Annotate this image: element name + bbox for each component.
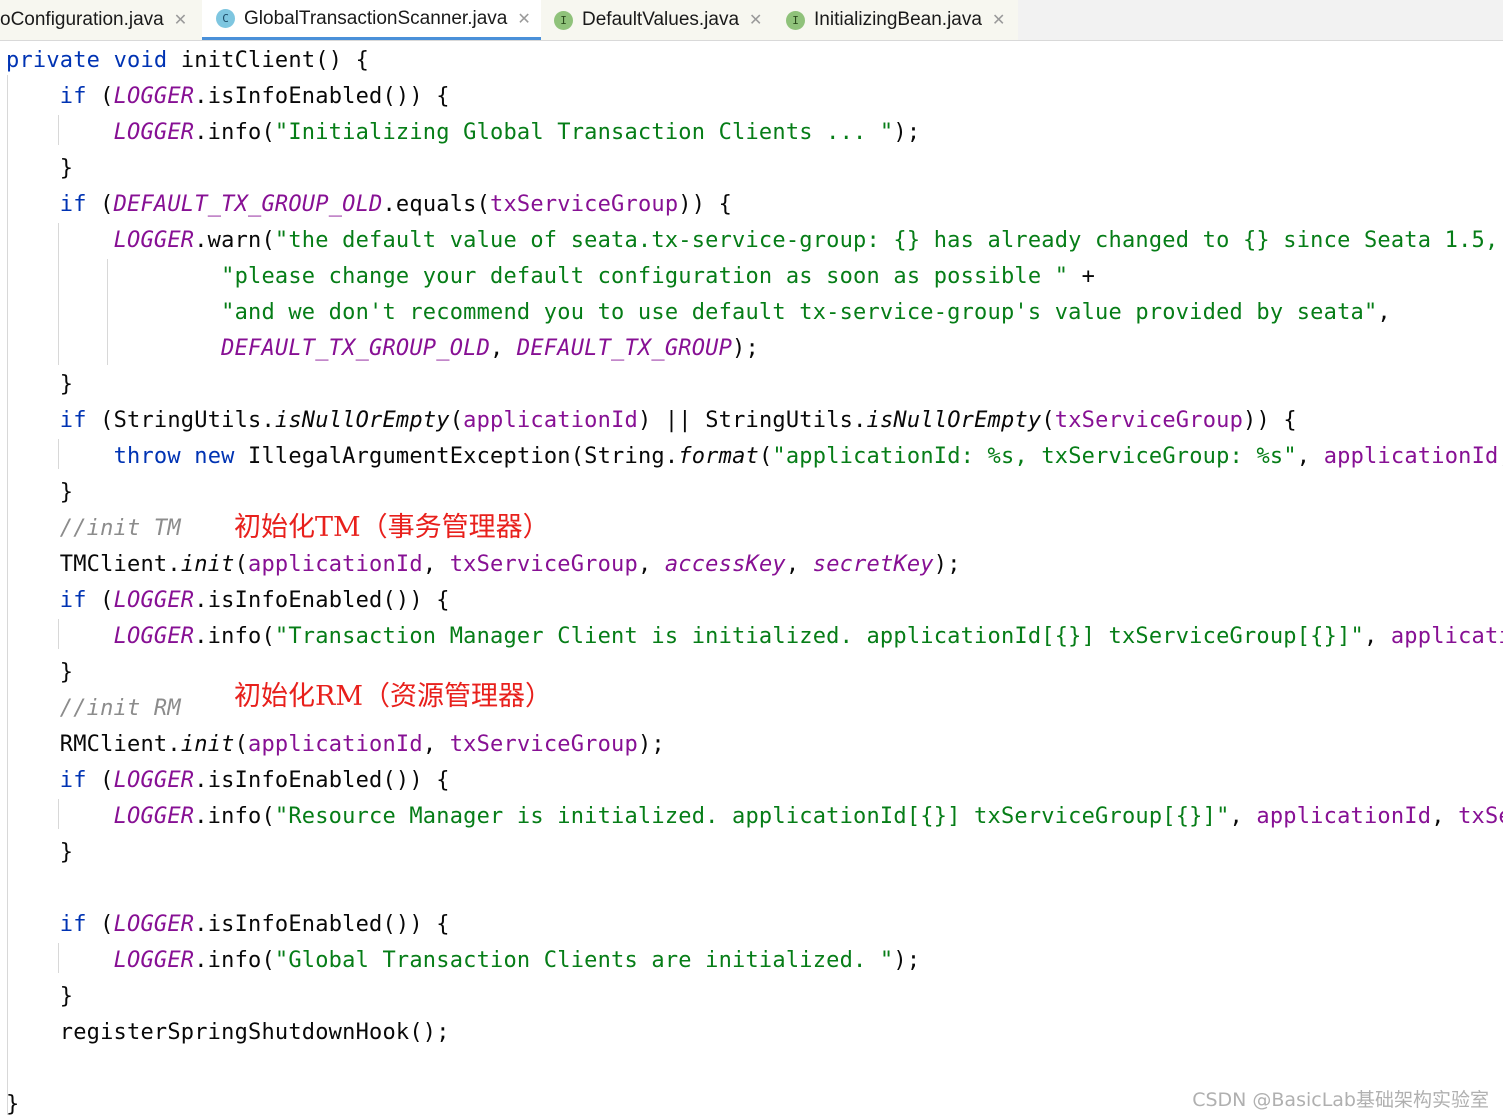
code-line-26: LOGGER.info("Global Transaction Clients …	[113, 948, 921, 973]
code-line-21: if (LOGGER.isInfoEnabled()) {	[59, 768, 450, 793]
code-line-22: LOGGER.info("Resource Manager is initial…	[113, 804, 1503, 829]
code-line-10: }	[59, 372, 74, 397]
annotation-init-tm: 初始化TM（事务管理器）	[234, 512, 550, 543]
code-line-4: }	[59, 156, 74, 181]
close-icon[interactable]: ✕	[992, 10, 1005, 30]
close-icon[interactable]: ✕	[749, 10, 762, 30]
code-line-11: if (StringUtils.isNullOrEmpty(applicatio…	[59, 408, 1297, 433]
tab-label: oConfiguration.java	[0, 9, 164, 30]
editor-tab-bar: oConfiguration.java ✕ C GlobalTransactio…	[0, 0, 1503, 41]
code-line-16: if (LOGGER.isInfoEnabled()) {	[59, 588, 450, 613]
code-line-28: registerSpringShutdownHook();	[59, 1020, 450, 1045]
tab-auto-configuration[interactable]: oConfiguration.java ✕	[0, 0, 202, 40]
code-line-12: throw new IllegalArgumentException(Strin…	[113, 444, 1503, 469]
code-line-14: //init TM	[59, 516, 181, 541]
tab-label: GlobalTransactionScanner.java	[244, 7, 508, 29]
code-line-3: LOGGER.info("Initializing Global Transac…	[113, 120, 921, 145]
tab-initializing-bean[interactable]: I InitializingBean.java ✕	[773, 0, 1018, 40]
class-icon: C	[216, 9, 235, 28]
tab-global-transaction-scanner[interactable]: C GlobalTransactionScanner.java ✕	[202, 0, 541, 40]
annotation-init-rm: 初始化RM（资源管理器）	[234, 681, 552, 712]
code-line-2: if (LOGGER.isInfoEnabled()) {	[59, 84, 450, 109]
code-line-20: RMClient.init(applicationId, txServiceGr…	[59, 732, 665, 757]
tab-label: InitializingBean.java	[814, 9, 982, 30]
interface-icon: I	[786, 10, 805, 30]
close-icon[interactable]: ✕	[174, 10, 187, 30]
watermark: CSDN @BasicLab基础架构实验室	[1192, 1089, 1489, 1111]
code-editor[interactable]: private void initClient() { if (LOGGER.i…	[0, 41, 1503, 1118]
code-line-5: if (DEFAULT_TX_GROUP_OLD.equals(txServic…	[59, 192, 733, 217]
code-line-6: LOGGER.warn("the default value of seata.…	[113, 228, 1503, 253]
code-line-1: private void initClient() {	[6, 48, 370, 73]
tab-label: DefaultValues.java	[582, 9, 740, 30]
code-line-23: }	[59, 840, 74, 865]
code-line-17: LOGGER.info("Transaction Manager Client …	[113, 624, 1503, 649]
interface-icon: I	[554, 10, 573, 30]
code-line-19: //init RM	[59, 696, 181, 721]
code-line-7: "please change your default configuratio…	[221, 264, 1096, 289]
close-icon[interactable]: ✕	[517, 9, 530, 29]
tab-default-values[interactable]: I DefaultValues.java ✕	[541, 0, 773, 40]
code-line-27: }	[59, 984, 74, 1009]
code-line-13: }	[59, 480, 74, 505]
code-line-25: if (LOGGER.isInfoEnabled()) {	[59, 912, 450, 937]
code-line-30: }	[6, 1092, 20, 1117]
code-line-15: TMClient.init(applicationId, txServiceGr…	[59, 552, 961, 577]
code-line-18: }	[59, 660, 74, 685]
code-line-9: DEFAULT_TX_GROUP_OLD, DEFAULT_TX_GROUP);	[221, 336, 759, 361]
code-line-8: "and we don't recommend you to use defau…	[221, 300, 1391, 325]
